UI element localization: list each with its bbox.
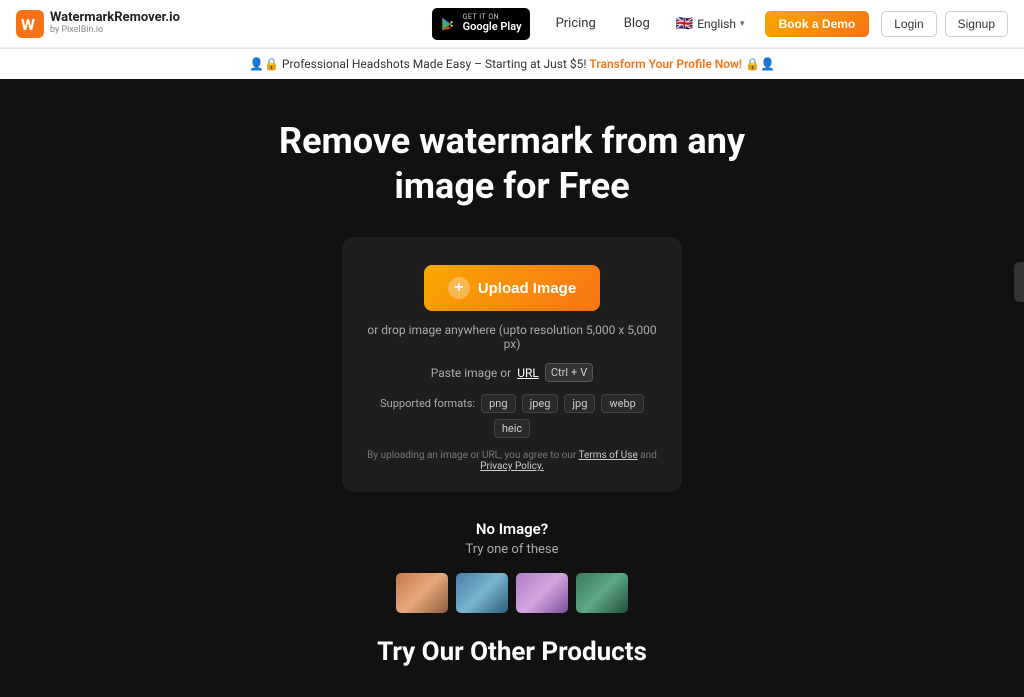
navbar: W WatermarkRemover.io by PixelBin.io GET… (0, 0, 1024, 48)
sample-image-3[interactable] (516, 573, 568, 613)
pricing-link[interactable]: Pricing (546, 16, 606, 31)
google-play-icon (440, 15, 458, 33)
sample-image-1[interactable] (396, 573, 448, 613)
tos-and: and (640, 450, 657, 461)
format-webp: webp (601, 394, 643, 413)
announcement-bar: 👤🔒 Professional Headshots Made Easy – St… (0, 48, 1024, 79)
announcement-icon-right: 🔒👤 (745, 57, 775, 71)
terms-of-use-link[interactable]: Terms of Use (579, 450, 638, 461)
drop-hint: or drop image anywhere (upto resolution … (366, 323, 658, 351)
upload-image-button[interactable]: + Upload Image (424, 265, 600, 311)
language-label: English (697, 17, 736, 31)
scroll-indicator (1014, 262, 1024, 302)
sample-images (20, 573, 1004, 613)
other-products-title: Try Our Other Products (20, 637, 1004, 667)
no-image-subtitle: Try one of these (20, 542, 1004, 557)
privacy-policy-link[interactable]: Privacy Policy. (480, 461, 544, 472)
paste-url-link[interactable]: URL (517, 366, 539, 380)
tos-prefix: By uploading an image or URL, you agree … (367, 450, 576, 461)
format-png: png (481, 394, 515, 413)
sample-image-2[interactable] (456, 573, 508, 613)
formats-row: Supported formats: png jpeg jpg webp hei… (366, 394, 658, 438)
hero-title-line1: Remove watermark from any (279, 120, 745, 162)
chevron-down-icon: ▾ (740, 19, 745, 29)
flag-icon: 🇬🇧 (676, 16, 693, 32)
book-demo-button[interactable]: Book a Demo (765, 11, 870, 37)
google-play-name: Google Play (463, 21, 522, 33)
google-play-badge[interactable]: GET IT ON Google Play (432, 8, 530, 40)
format-heic: heic (494, 419, 530, 438)
announcement-cta[interactable]: Transform Your Profile Now! (589, 57, 742, 71)
paste-row: Paste image or URL Ctrl + V (431, 363, 594, 382)
shortcut-badge: Ctrl + V (545, 363, 593, 382)
login-button[interactable]: Login (881, 11, 936, 37)
logo-sub-text: by PixelBin.io (50, 26, 180, 36)
paste-label: Paste image or (431, 366, 511, 380)
format-jpeg: jpeg (522, 394, 559, 413)
hero-title: Remove watermark from any image for Free (20, 119, 1004, 209)
no-image-section: No Image? Try one of these (20, 520, 1004, 557)
upload-button-label: Upload Image (478, 280, 576, 297)
logo-main-text: WatermarkRemover.io (50, 11, 180, 25)
language-selector[interactable]: 🇬🇧 English ▾ (668, 16, 753, 32)
no-image-title: No Image? (20, 520, 1004, 538)
shortcut-v: V (580, 366, 587, 379)
upload-box: + Upload Image or drop image anywhere (u… (342, 237, 682, 492)
tos-text: By uploading an image or URL, you agree … (366, 450, 658, 472)
blog-link[interactable]: Blog (614, 16, 660, 31)
signup-button[interactable]: Signup (945, 11, 1008, 37)
logo-icon: W (16, 10, 44, 38)
sample-image-4[interactable] (576, 573, 628, 613)
shortcut-ctrl: Ctrl (551, 366, 568, 379)
shortcut-plus: + (571, 366, 577, 379)
plus-icon: + (448, 277, 470, 299)
announcement-text: Professional Headshots Made Easy – Start… (282, 57, 587, 71)
hero-title-line2: image for Free (394, 165, 629, 207)
logo[interactable]: W WatermarkRemover.io by PixelBin.io (16, 10, 180, 38)
main-content: Remove watermark from any image for Free… (0, 79, 1024, 697)
announcement-icon-left: 👤🔒 (249, 57, 279, 71)
format-jpg: jpg (564, 394, 595, 413)
formats-label: Supported formats: (380, 397, 475, 410)
svg-text:W: W (21, 15, 35, 34)
